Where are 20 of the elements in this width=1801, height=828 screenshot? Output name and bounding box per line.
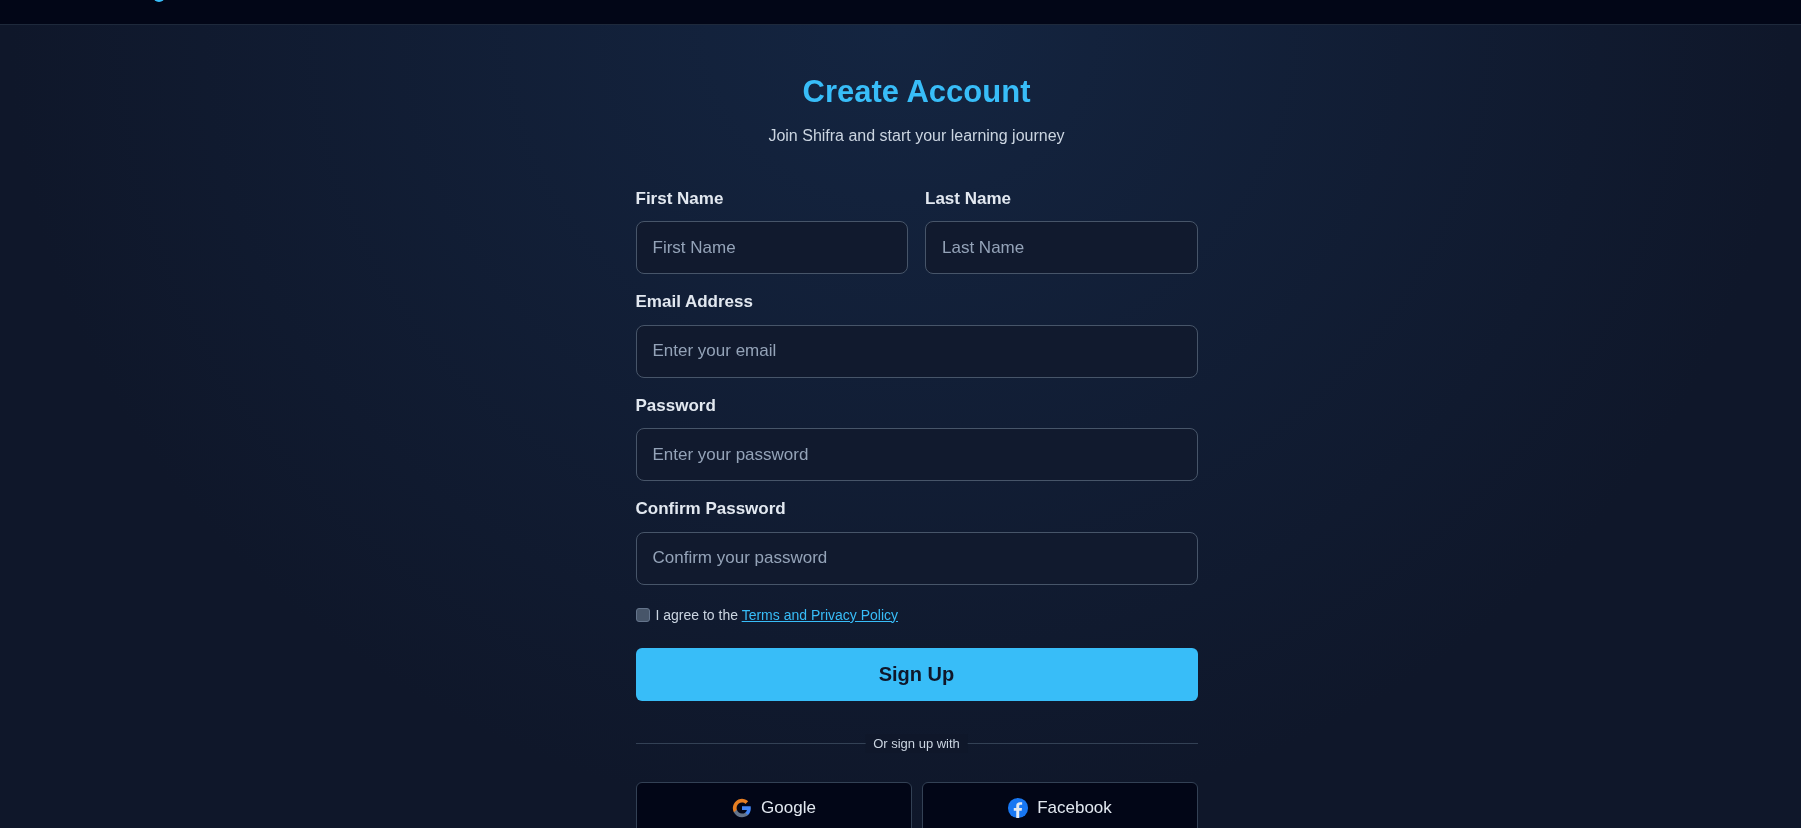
social-login-button[interactable]: Google	[635, 781, 912, 828]
checkbox[interactable]	[635, 608, 650, 623]
input-field[interactable]: First Name	[635, 221, 908, 275]
input-field[interactable]: Last Name	[925, 221, 1198, 275]
social-login-button[interactable]: Facebook	[921, 781, 1198, 828]
facebook-icon	[1007, 796, 1030, 819]
field-label: Password	[635, 394, 716, 417]
page-title: Create Account	[802, 73, 1031, 111]
input-field[interactable]: Enter your password	[635, 428, 1198, 482]
field-label: First Name	[635, 187, 724, 210]
field-label: Confirm Password	[635, 498, 786, 521]
input-field[interactable]: Confirm your password	[635, 531, 1198, 585]
subtitle: Join Shifra and start your learning journey	[768, 125, 1065, 146]
field-label: Email Address	[635, 291, 753, 314]
google-icon	[731, 796, 754, 819]
terms-link[interactable]: Terms and Privacy Policy	[741, 606, 899, 623]
field-label: Last Name	[925, 187, 1011, 210]
sign-up-button[interactable]: Sign Up	[635, 647, 1198, 701]
input-field[interactable]: Enter your email	[635, 324, 1198, 378]
agreement-text: I agree to the Terms and Privacy Policy	[655, 605, 899, 625]
